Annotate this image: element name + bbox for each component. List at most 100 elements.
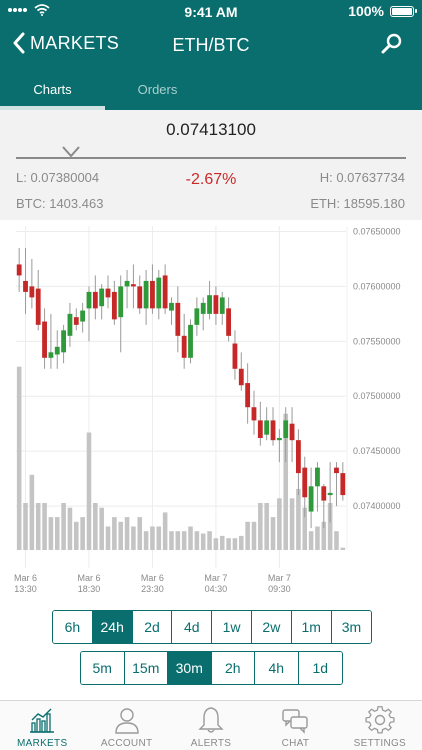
candle-up — [188, 324, 193, 358]
candle-down — [29, 286, 35, 298]
candle-up — [200, 302, 206, 314]
candle-up — [207, 295, 212, 314]
candle-up — [86, 291, 92, 309]
interval-button-24h[interactable]: 24h — [92, 611, 133, 643]
volume-bar — [150, 526, 155, 550]
candle-up — [124, 280, 130, 287]
candle-up — [156, 277, 162, 309]
high-price: H: 0.07637734 — [319, 170, 405, 185]
interval-group-long: 6h 24h 2d 4d 1w 2w 1m 3m — [52, 610, 373, 644]
candle-down — [23, 280, 28, 292]
range-marker-icon — [62, 146, 80, 158]
tabbar-markets[interactable]: MARKETS — [0, 701, 84, 750]
interval-button-30m[interactable]: 30m — [168, 652, 212, 684]
search-icon — [381, 33, 402, 54]
candle-down — [270, 420, 276, 441]
candle-down — [175, 302, 181, 336]
candle-down — [16, 264, 22, 276]
candle-up — [169, 302, 174, 311]
eth-volume: ETH: 18595.180 — [310, 196, 405, 211]
bar-chart-icon — [30, 708, 55, 733]
candle-down — [334, 467, 339, 474]
tab-charts[interactable]: Charts — [0, 74, 105, 110]
candle-up — [48, 352, 54, 358]
interval-button-2h[interactable]: 2h — [211, 652, 255, 684]
tabbar-settings[interactable]: SETTINGS — [338, 701, 422, 750]
volume-bar — [29, 474, 35, 550]
volume-bar — [156, 526, 162, 550]
candle-down — [251, 407, 257, 421]
interval-button-2d[interactable]: 2d — [132, 611, 173, 643]
volume-bar — [80, 517, 85, 550]
interval-button-3m[interactable]: 3m — [331, 611, 372, 643]
candle-down — [137, 286, 143, 309]
interval-button-5m[interactable]: 5m — [81, 652, 125, 684]
candle-up — [283, 420, 289, 438]
x-tick-label: Mar 6 — [14, 573, 37, 583]
status-bar: 9:41 AM 100% — [0, 0, 422, 24]
candle-up — [194, 308, 200, 325]
candle-up — [143, 280, 149, 309]
interval-button-1d[interactable]: 1d — [298, 652, 342, 684]
candle-down — [130, 284, 136, 287]
volume-bar — [16, 366, 22, 550]
volume-bar — [112, 517, 117, 550]
x-tick-label: Mar 7 — [268, 573, 291, 583]
interval-button-2w[interactable]: 2w — [251, 611, 292, 643]
candle-down — [73, 317, 79, 325]
volume-bar — [213, 538, 219, 550]
volume-bar — [175, 531, 181, 550]
x-tick-label: Mar 7 — [204, 573, 227, 583]
candle-down — [35, 288, 41, 325]
volume-bar — [86, 432, 92, 550]
x-tick-label: Mar 6 — [141, 573, 164, 583]
candlestick-chart[interactable]: 0.07650000 0.07600000 0.07550000 0.07500000… — [0, 220, 422, 600]
x-tick-label: 18:30 — [78, 584, 101, 594]
candle-down — [213, 295, 219, 314]
candle-down — [340, 473, 346, 496]
candle-up — [264, 420, 270, 435]
candle-down — [181, 335, 187, 358]
interval-button-4d[interactable]: 4d — [172, 611, 213, 643]
volume-bar — [74, 521, 79, 550]
x-tick-label: 13:30 — [14, 584, 37, 594]
volume-bar — [54, 517, 60, 550]
tabbar-account[interactable]: ACCOUNT — [84, 701, 168, 750]
tabbar-label: SETTINGS — [353, 738, 407, 749]
tabbar-label: ACCOUNT — [100, 738, 153, 749]
volume-bar — [42, 503, 47, 550]
volume-bar — [23, 503, 28, 550]
volume-bar — [207, 531, 212, 550]
tabbar-alerts[interactable]: ALERTS — [169, 701, 253, 750]
x-tick-label: 04:30 — [205, 584, 228, 594]
volume-bar — [277, 498, 282, 550]
candle-up — [99, 288, 105, 307]
volume-bar — [99, 507, 104, 550]
interval-button-15m[interactable]: 15m — [124, 652, 168, 684]
volume-bar — [118, 521, 123, 550]
volume-bar — [340, 547, 346, 550]
interval-button-1m[interactable]: 1m — [291, 611, 332, 643]
search-button[interactable] — [380, 32, 404, 56]
tabbar-label: ALERTS — [190, 738, 232, 749]
tab-orders[interactable]: Orders — [105, 74, 210, 110]
volume-bar — [251, 521, 257, 550]
candle-down — [238, 368, 244, 386]
interval-button-6h[interactable]: 6h — [53, 611, 93, 643]
battery-icon — [390, 5, 417, 17]
volume-bar — [105, 526, 111, 550]
candle-down — [150, 280, 155, 309]
volume-bar — [334, 531, 339, 550]
back-button[interactable]: MARKETS — [12, 32, 119, 54]
volume-bar — [131, 526, 136, 550]
interval-button-4h[interactable]: 4h — [255, 652, 299, 684]
header: 9:41 AM 100% MARKETS ETH/BTC Charts Orde… — [0, 0, 422, 110]
interval-button-1w[interactable]: 1w — [212, 611, 252, 643]
y-tick-label: 0.07600000 — [353, 281, 401, 291]
y-tick-label: 0.07500000 — [353, 391, 401, 401]
status-battery: 100% — [348, 3, 417, 19]
user-icon — [114, 708, 139, 734]
price-chart[interactable]: 0.07650000 0.07600000 0.07550000 0.07500000… — [0, 220, 422, 600]
tabbar-chat[interactable]: CHAT — [253, 701, 337, 750]
candle-down — [257, 420, 263, 438]
